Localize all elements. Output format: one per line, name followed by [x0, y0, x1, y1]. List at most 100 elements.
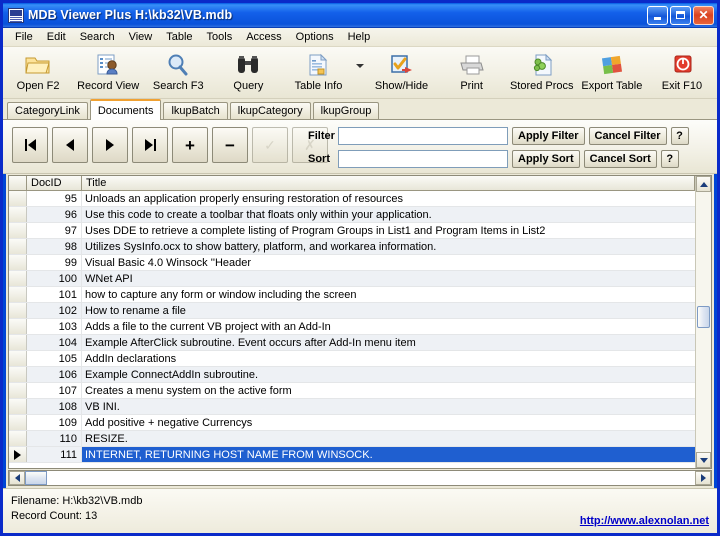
cell-title[interactable]: how to capture any form or window includ… — [82, 287, 695, 302]
apply-sort-button[interactable]: Apply Sort — [512, 150, 580, 168]
tab-lkupcategory[interactable]: lkupCategory — [229, 102, 311, 119]
record-view-button[interactable]: Record View — [73, 47, 143, 97]
tab-lkupgroup[interactable]: lkupGroup — [312, 102, 380, 119]
row-indicator[interactable] — [9, 223, 27, 238]
cell-title[interactable]: Use this code to create a toolbar that f… — [82, 207, 695, 222]
horizontal-scroll-track[interactable] — [25, 471, 695, 485]
scroll-down-button[interactable] — [696, 452, 711, 468]
table-row[interactable]: 108 VB INI. — [9, 399, 695, 415]
tab-categorylink[interactable]: CategoryLink — [7, 102, 88, 119]
cell-title[interactable]: Utilizes SysInfo.ocx to show battery, pl… — [82, 239, 695, 254]
cell-docid[interactable]: 96 — [27, 207, 82, 222]
cell-title[interactable]: Adds a file to the current VB project wi… — [82, 319, 695, 334]
cell-docid[interactable]: 110 — [27, 431, 82, 446]
scroll-left-button[interactable] — [9, 471, 25, 485]
table-row[interactable]: 109 Add positive + negative Currencys — [9, 415, 695, 431]
cell-docid[interactable]: 100 — [27, 271, 82, 286]
table-row[interactable]: 107 Creates a menu system on the active f… — [9, 383, 695, 399]
search-button[interactable]: Search F3 — [143, 47, 213, 97]
menu-access[interactable]: Access — [239, 29, 288, 45]
cell-docid[interactable]: 98 — [27, 239, 82, 254]
table-row[interactable]: 98 Utilizes SysInfo.ocx to show battery, … — [9, 239, 695, 255]
row-indicator[interactable] — [9, 207, 27, 222]
row-indicator[interactable] — [9, 335, 27, 350]
table-row[interactable]: 111 INTERNET, RETURNING HOST NAME FROM WI… — [9, 447, 695, 463]
table-row[interactable]: 97 Uses DDE to retrieve a complete listin… — [9, 223, 695, 239]
row-indicator[interactable] — [9, 255, 27, 270]
menu-file[interactable]: File — [8, 29, 40, 45]
table-row[interactable]: 104 Example AfterClick subroutine. Event … — [9, 335, 695, 351]
row-indicator[interactable] — [9, 191, 27, 206]
cell-title[interactable]: Uses DDE to retrieve a complete listing … — [82, 223, 695, 238]
menu-view[interactable]: View — [122, 29, 160, 45]
delete-record-button[interactable]: − — [212, 127, 248, 163]
cell-docid[interactable]: 106 — [27, 367, 82, 382]
row-indicator[interactable] — [9, 351, 27, 366]
show-hide-button[interactable]: Show/Hide — [366, 47, 436, 97]
previous-record-button[interactable] — [52, 127, 88, 163]
vertical-scroll-track[interactable] — [696, 192, 711, 452]
cell-title[interactable]: AddIn declarations — [82, 351, 695, 366]
cell-docid[interactable]: 104 — [27, 335, 82, 350]
tab-lkupbatch[interactable]: lkupBatch — [163, 102, 228, 119]
cell-title[interactable]: Creates a menu system on the active form — [82, 383, 695, 398]
cancel-filter-button[interactable]: Cancel Filter — [588, 127, 667, 145]
cell-title[interactable]: Visual Basic 4.0 Winsock ''Header — [82, 255, 695, 270]
first-record-button[interactable] — [12, 127, 48, 163]
row-indicator[interactable] — [9, 367, 27, 382]
cell-title[interactable]: Add positive + negative Currencys — [82, 415, 695, 430]
row-indicator[interactable] — [9, 383, 27, 398]
cell-docid[interactable]: 111 — [27, 447, 82, 462]
horizontal-scroll-thumb[interactable] — [25, 471, 47, 485]
cancel-sort-button[interactable]: Cancel Sort — [583, 150, 657, 168]
cell-docid[interactable]: 95 — [27, 191, 82, 206]
filter-help-button[interactable]: ? — [670, 127, 689, 145]
minimize-button[interactable] — [647, 5, 668, 25]
column-header-docid[interactable]: DocID — [27, 176, 82, 190]
cell-docid[interactable]: 102 — [27, 303, 82, 318]
cell-title[interactable]: VB INI. — [82, 399, 695, 414]
grid-vertical-scrollbar[interactable] — [695, 176, 711, 468]
table-row[interactable]: 101 how to capture any form or window inc… — [9, 287, 695, 303]
menu-table[interactable]: Table — [159, 29, 199, 45]
last-record-button[interactable] — [132, 127, 168, 163]
menu-search[interactable]: Search — [73, 29, 122, 45]
cell-docid[interactable]: 103 — [27, 319, 82, 334]
vertical-scroll-thumb[interactable] — [697, 306, 710, 329]
row-indicator[interactable] — [9, 239, 27, 254]
table-row[interactable]: 102 How to rename a file — [9, 303, 695, 319]
stored-procs-button[interactable]: Stored Procs — [507, 47, 577, 97]
menu-help[interactable]: Help — [341, 29, 378, 45]
table-row[interactable]: 106 Example ConnectAddIn subroutine. — [9, 367, 695, 383]
cell-docid[interactable]: 97 — [27, 223, 82, 238]
sort-input[interactable] — [338, 150, 508, 168]
row-indicator[interactable] — [9, 447, 27, 462]
table-row[interactable]: 110 RESIZE. — [9, 431, 695, 447]
maximize-button[interactable] — [670, 5, 691, 25]
row-indicator[interactable] — [9, 319, 27, 334]
toolbar-dropdown-button[interactable] — [354, 47, 367, 97]
row-indicator[interactable] — [9, 431, 27, 446]
cell-title[interactable]: Example ConnectAddIn subroutine. — [82, 367, 695, 382]
row-indicator[interactable] — [9, 287, 27, 302]
query-button[interactable]: Query — [213, 47, 283, 97]
cell-docid[interactable]: 101 — [27, 287, 82, 302]
sort-help-button[interactable]: ? — [660, 150, 679, 168]
open-button[interactable]: Open F2 — [3, 47, 73, 97]
cell-docid[interactable]: 109 — [27, 415, 82, 430]
tab-documents[interactable]: Documents — [89, 99, 162, 120]
cell-docid[interactable]: 99 — [27, 255, 82, 270]
table-row[interactable]: 96 Use this code to create a toolbar that… — [9, 207, 695, 223]
cell-title[interactable]: RESIZE. — [82, 431, 695, 446]
row-indicator[interactable] — [9, 415, 27, 430]
cell-docid[interactable]: 105 — [27, 351, 82, 366]
cell-title[interactable]: How to rename a file — [82, 303, 695, 318]
row-indicator[interactable] — [9, 399, 27, 414]
row-indicator[interactable] — [9, 271, 27, 286]
cell-title[interactable]: INTERNET, RETURNING HOST NAME FROM WINSO… — [82, 447, 695, 462]
menu-tools[interactable]: Tools — [200, 29, 240, 45]
menu-options[interactable]: Options — [289, 29, 341, 45]
cell-docid[interactable]: 108 — [27, 399, 82, 414]
cell-docid[interactable]: 107 — [27, 383, 82, 398]
export-table-button[interactable]: Export Table — [577, 47, 647, 97]
